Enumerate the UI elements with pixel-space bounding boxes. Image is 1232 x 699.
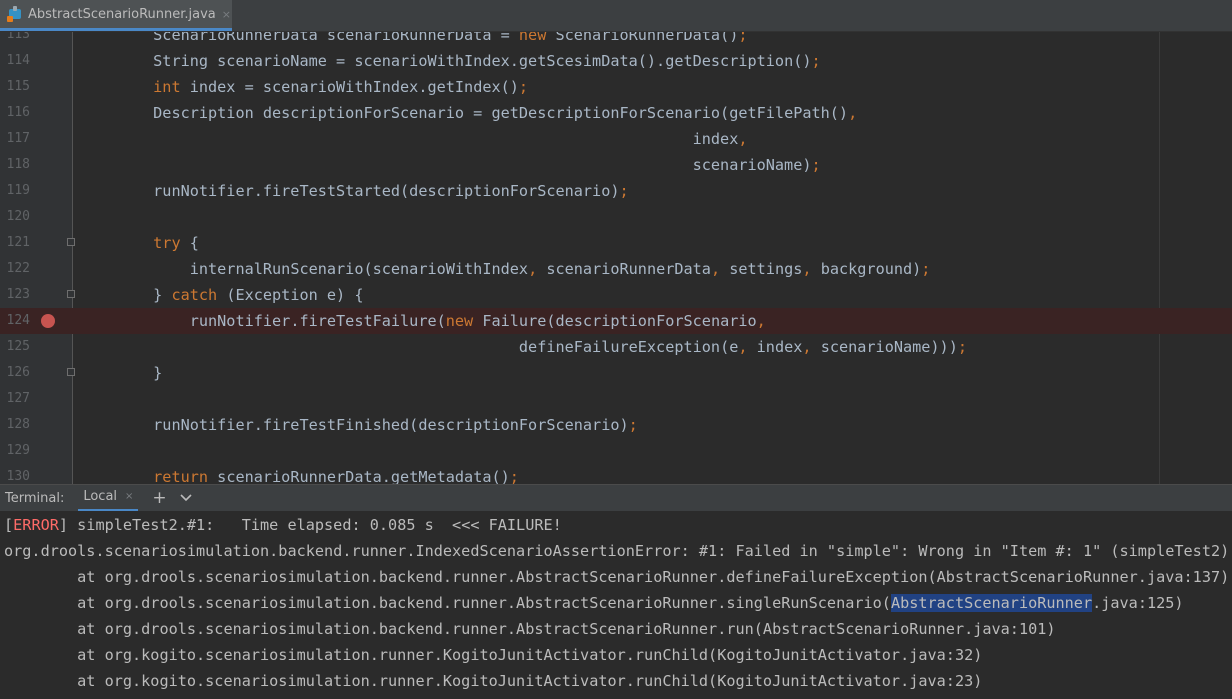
code-line[interactable]: 127 [0, 386, 1232, 412]
tab-abstract-scenario-runner[interactable]: AbstractScenarioRunner.java × [0, 0, 232, 31]
line-number: 121 [6, 235, 30, 250]
code-text: internalRunScenario(scenarioWithIndex, s… [189, 260, 931, 278]
code-line[interactable]: 115 int index = scenarioWithIndex.getInd… [0, 74, 1232, 100]
code-line[interactable]: 122 internalRunScenario(scenarioWithInde… [0, 256, 1232, 282]
line-number: 117 [6, 131, 30, 146]
line-number: 126 [6, 365, 30, 380]
line-number: 128 [6, 417, 30, 432]
code-line[interactable]: 130 return scenarioRunnerData.getMetadat… [0, 464, 1232, 484]
tab-label: AbstractScenarioRunner.java [28, 6, 216, 22]
code-text: index, [692, 130, 748, 148]
terminal-toolbar: Terminal: Local × + [0, 484, 1232, 512]
code-line[interactable]: 117 index, [0, 126, 1232, 152]
code-text: defineFailureException(e, index, scenari… [518, 338, 968, 356]
line-number: 113 [6, 32, 30, 42]
terminal-line: at org.kogito.scenariosimulation.runner.… [4, 646, 983, 664]
fold-marker-icon[interactable] [67, 290, 75, 298]
close-icon[interactable]: × [125, 491, 133, 502]
code-text: return scenarioRunnerData.getMetadata(); [153, 468, 519, 484]
code-text: int index = scenarioWithIndex.getIndex()… [153, 78, 529, 96]
code-text: runNotifier.fireTestFinished(description… [153, 416, 638, 434]
code-text: runNotifier.fireTestStarted(descriptionF… [153, 182, 629, 200]
line-number: 118 [6, 157, 30, 172]
line-number: 130 [6, 469, 30, 484]
code-line[interactable]: 114 String scenarioName = scenarioWithIn… [0, 48, 1232, 74]
code-line[interactable]: 119 runNotifier.fireTestStarted(descript… [0, 178, 1232, 204]
terminal-output[interactable]: [ERROR] simpleTest2.#1: Time elapsed: 0.… [0, 511, 1232, 699]
terminal-line: at org.drools.scenariosimulation.backend… [4, 620, 1056, 638]
terminal-line: at org.drools.scenariosimulation.backend… [4, 568, 1230, 586]
code-line[interactable]: 118 scenarioName); [0, 152, 1232, 178]
line-number: 115 [6, 79, 30, 94]
code-line[interactable]: 121 try { [0, 230, 1232, 256]
terminal-title: Terminal: [5, 490, 65, 506]
code-text: scenarioName); [692, 156, 821, 174]
terminal-line: at org.kogito.scenariosimulation.runner.… [4, 672, 983, 690]
code-text: runNotifier.fireTestFailure(new Failure(… [189, 312, 766, 330]
line-number: 127 [6, 391, 30, 406]
line-number: 114 [6, 53, 30, 68]
line-number: 119 [6, 183, 30, 198]
plus-icon[interactable]: + [152, 488, 166, 508]
line-number: 120 [6, 209, 30, 224]
code-text: ScenarioRunnerData scenarioRunnerData = … [153, 32, 748, 44]
terminal-line: org.drools.scenariosimulation.backend.ru… [4, 542, 1230, 560]
terminal-line: at org.drools.scenariosimulation.backend… [4, 594, 1184, 612]
line-number: 116 [6, 105, 30, 120]
close-icon[interactable]: × [222, 8, 231, 21]
breakpoint-icon[interactable] [41, 314, 55, 328]
selected-text: AbstractScenarioRunner [890, 594, 1093, 612]
code-line[interactable]: 124 runNotifier.fireTestFailure(new Fail… [0, 308, 1232, 334]
fold-marker-icon[interactable] [67, 368, 75, 376]
line-number: 125 [6, 339, 30, 354]
terminal-line: [ERROR] simpleTest2.#1: Time elapsed: 0.… [4, 516, 562, 534]
code-line[interactable]: 128 runNotifier.fireTestFinished(descrip… [0, 412, 1232, 438]
editor-tab-bar: AbstractScenarioRunner.java × [0, 0, 1232, 32]
line-number: 129 [6, 443, 30, 458]
terminal-tab-label: Local [83, 489, 118, 504]
code-line[interactable]: 123 } catch (Exception e) { [0, 282, 1232, 308]
code-text: String scenarioName = scenarioWithIndex.… [153, 52, 821, 70]
code-text: try { [153, 234, 199, 252]
code-line[interactable]: 125 defineFailureException(e, index, sce… [0, 334, 1232, 360]
chevron-down-icon[interactable] [180, 492, 192, 504]
line-number: 124 [6, 313, 30, 328]
fold-marker-icon[interactable] [67, 238, 75, 246]
code-line[interactable]: 120 [0, 204, 1232, 230]
tab-local-terminal[interactable]: Local × [78, 485, 139, 512]
code-line[interactable]: 126 } [0, 360, 1232, 386]
code-text: } catch (Exception e) { [153, 286, 364, 304]
code-line[interactable]: 116 Description descriptionForScenario =… [0, 100, 1232, 126]
code-text: Description descriptionForScenario = get… [153, 104, 858, 122]
code-line[interactable]: 113 ScenarioRunnerData scenarioRunnerDat… [0, 32, 1232, 48]
code-editor[interactable]: 113 ScenarioRunnerData scenarioRunnerDat… [0, 32, 1232, 484]
line-number: 123 [6, 287, 30, 302]
code-text: } [153, 364, 163, 382]
code-line[interactable]: 129 [0, 438, 1232, 464]
line-number: 122 [6, 261, 30, 276]
java-class-file-icon [7, 6, 23, 22]
